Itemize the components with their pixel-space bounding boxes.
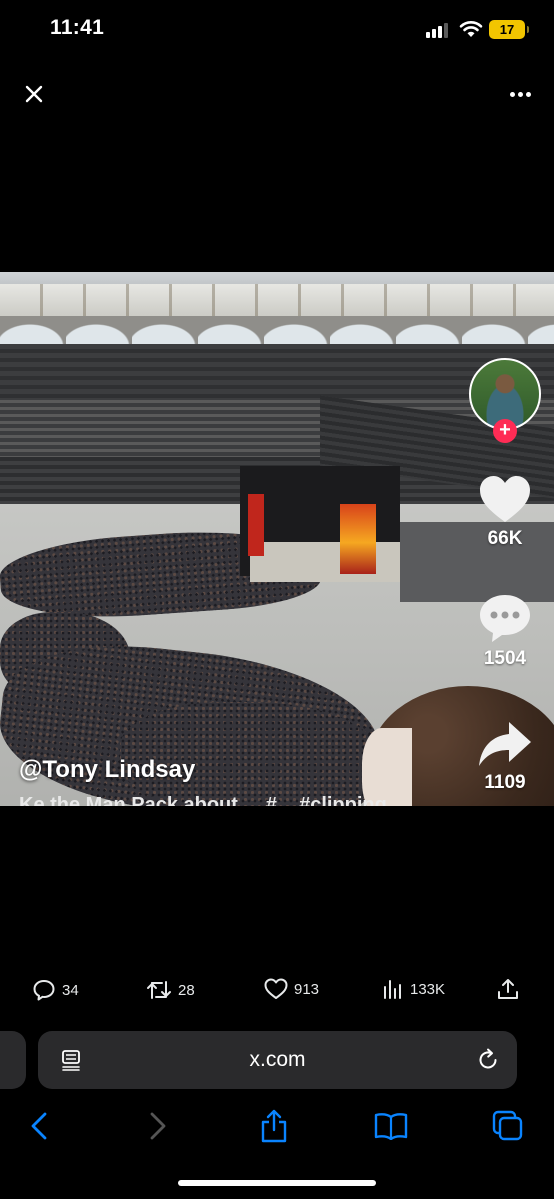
video-caption: Ke the Man Pack about ... #... #clipping <box>19 794 387 806</box>
battery-icon: 17 <box>489 20 529 39</box>
repost-count: 28 <box>178 981 195 999</box>
bookmarks-icon <box>374 1113 408 1140</box>
comment-button[interactable]: 1504 <box>468 592 542 670</box>
forward-icon <box>150 1112 166 1140</box>
comment-count: 1504 <box>483 648 527 669</box>
more-horizontal-icon <box>509 91 515 97</box>
share-count: 1109 <box>484 772 526 793</box>
share-arrow-icon <box>479 722 531 766</box>
back-button[interactable] <box>17 1104 61 1148</box>
browser-toolbar <box>0 1104 554 1148</box>
reply-icon <box>33 980 55 1001</box>
video-username[interactable]: @Tony Lindsay <box>19 756 195 784</box>
like-count: 66K <box>487 528 523 549</box>
status-time: 11:41 <box>50 16 105 39</box>
previous-tab-preview[interactable] <box>0 1031 26 1089</box>
reload-icon[interactable] <box>475 1047 501 1073</box>
share-icon <box>261 1109 287 1143</box>
tabs-icon <box>492 1110 523 1141</box>
more-options-button[interactable] <box>504 80 536 108</box>
url-text[interactable]: x.com <box>38 1048 517 1072</box>
bookmarks-button[interactable] <box>369 1104 413 1148</box>
forward-button[interactable] <box>136 1104 180 1148</box>
reply-button[interactable]: 34 <box>32 978 79 1002</box>
tweet-actions: 34 28 913 133K <box>0 978 554 1008</box>
close-button[interactable] <box>20 80 48 108</box>
cellular-signal-icon <box>426 22 448 38</box>
address-bar[interactable]: x.com <box>38 1031 517 1089</box>
status-bar: 11:41 17 <box>0 0 554 60</box>
share-tweet-button[interactable] <box>497 978 519 1000</box>
wifi-icon <box>459 21 483 37</box>
share-video-button[interactable]: 1109 <box>468 720 542 794</box>
repost-icon <box>147 981 171 999</box>
close-icon <box>25 85 43 103</box>
like-tweet-count: 913 <box>294 980 320 998</box>
comment-bubble-icon <box>480 595 530 642</box>
views-bar-chart-icon <box>384 980 401 999</box>
reply-count: 34 <box>62 981 79 999</box>
follow-plus-icon[interactable]: + <box>493 419 517 443</box>
tabs-button[interactable] <box>486 1104 530 1148</box>
share-upload-icon <box>498 979 518 999</box>
repost-button[interactable]: 28 <box>146 978 195 1002</box>
views-count: 133K <box>410 980 446 998</box>
like-button[interactable]: 66K <box>468 474 542 550</box>
views-button[interactable]: 133K <box>382 978 445 1000</box>
back-icon <box>31 1112 47 1140</box>
home-indicator <box>178 1180 376 1186</box>
like-tweet-button[interactable]: 913 <box>264 978 319 1000</box>
share-page-button[interactable] <box>252 1104 296 1148</box>
battery-level: 17 <box>499 22 515 37</box>
like-heart-icon <box>264 978 288 999</box>
heart-icon <box>480 476 530 522</box>
